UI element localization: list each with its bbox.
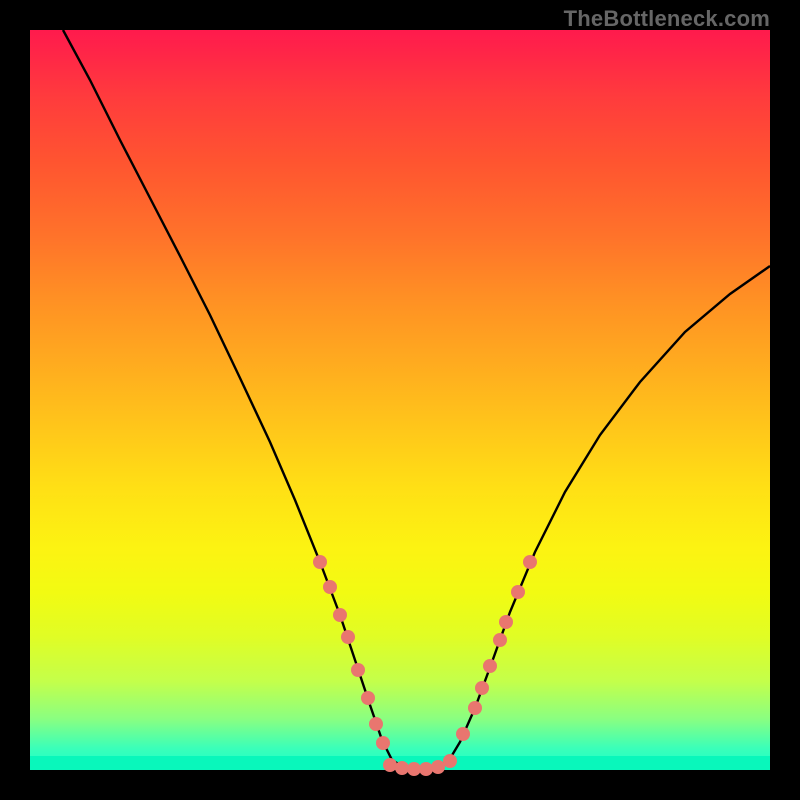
- curve-dot: [456, 727, 470, 741]
- curve-dot: [419, 762, 433, 776]
- curve-dot: [383, 758, 397, 772]
- curve-dot: [313, 555, 327, 569]
- curve-dot: [407, 762, 421, 776]
- curve-dot: [341, 630, 355, 644]
- curve-dot: [376, 736, 390, 750]
- attribution-label: TheBottleneck.com: [564, 6, 770, 32]
- curve-dot: [511, 585, 525, 599]
- curve-dot: [483, 659, 497, 673]
- curve-svg: [30, 30, 770, 770]
- curve-dot: [333, 608, 347, 622]
- curve-dot: [351, 663, 365, 677]
- curve-dot: [468, 701, 482, 715]
- curve-dot: [475, 681, 489, 695]
- curve-dot: [523, 555, 537, 569]
- curve-dot: [499, 615, 513, 629]
- plot-area: [30, 30, 770, 770]
- curve-dot: [369, 717, 383, 731]
- chart-frame: TheBottleneck.com: [0, 0, 800, 800]
- curve-dot: [395, 761, 409, 775]
- bottleneck-curve: [63, 30, 770, 768]
- curve-dot: [431, 760, 445, 774]
- curve-dot: [361, 691, 375, 705]
- curve-dots: [313, 555, 537, 776]
- curve-dot: [493, 633, 507, 647]
- curve-dot: [323, 580, 337, 594]
- curve-dot: [443, 754, 457, 768]
